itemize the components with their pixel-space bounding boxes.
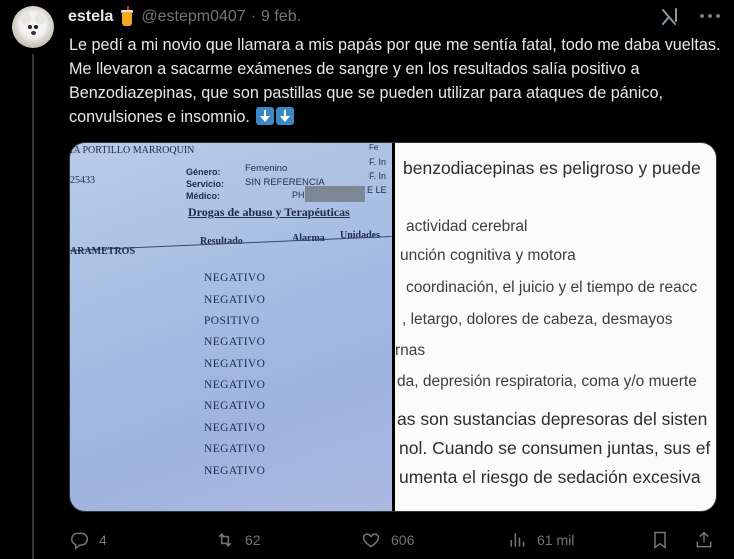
result-item: NEGATIVO xyxy=(204,294,266,306)
views-count: 61 mil xyxy=(537,532,575,548)
like-count: 606 xyxy=(391,532,415,548)
like-button[interactable]: 606 xyxy=(361,527,414,553)
repost-count: 62 xyxy=(245,532,261,548)
info-line: umenta el riesgo de sedación excesiva xyxy=(399,467,701,487)
right-fragment: F. In xyxy=(369,157,387,167)
result-item: NEGATIVO xyxy=(204,272,266,284)
separator-dot: · xyxy=(250,8,257,25)
col-unidades: Unidades xyxy=(340,230,381,241)
dog-ear-left xyxy=(21,12,31,24)
views-button[interactable]: 61 mil xyxy=(507,527,574,553)
label-genero: Género: xyxy=(186,167,221,177)
grok-icon[interactable] xyxy=(660,7,680,27)
reply-button[interactable]: 4 xyxy=(69,527,107,553)
redacted-block xyxy=(305,186,365,202)
down-arrow-emoji-icon xyxy=(276,107,295,125)
info-line: rnas xyxy=(395,342,426,359)
right-fragment: F. In xyxy=(369,171,387,181)
reply-icon xyxy=(71,532,89,550)
tweet-header: estela @estepm0407 · 9 feb. xyxy=(68,6,301,28)
action-bar: 4 62 606 61 mil xyxy=(69,527,719,553)
tweet[interactable]: estela @estepm0407 · 9 feb. Le pedí a mi… xyxy=(0,0,734,559)
info-line: unción cognitiva y motora xyxy=(400,247,576,264)
value-medico-prefix: PH xyxy=(292,190,305,200)
more-options-icon[interactable] xyxy=(700,12,720,20)
beverage-emoji-icon xyxy=(119,6,135,26)
views-icon xyxy=(510,533,525,547)
result-item: NEGATIVO xyxy=(204,422,266,434)
avatar[interactable] xyxy=(12,6,54,48)
result-item: NEGATIVO xyxy=(204,443,266,455)
bookmark-icon xyxy=(654,531,666,549)
info-line: coordinación, el juicio y el tiempo de r… xyxy=(406,279,698,296)
result-item: NEGATIVO xyxy=(204,379,266,391)
result-item: NEGATIVO xyxy=(204,358,266,370)
value-genero: Femenino xyxy=(245,163,288,174)
result-item: NEGATIVO xyxy=(204,400,266,412)
result-item: NEGATIVO xyxy=(204,336,266,348)
dog-ear-right xyxy=(35,12,45,24)
info-line: , letargo, dolores de cabeza, desmayos xyxy=(402,311,673,328)
label-medico: Médico: xyxy=(186,191,221,201)
tweet-media[interactable]: IA PORTILLO MARROQUIN 25433 Género: Serv… xyxy=(69,142,717,512)
dog-eye-right xyxy=(34,25,38,29)
col-resultado: Resultado xyxy=(200,236,243,247)
tweet-date[interactable]: 9 feb. xyxy=(261,8,301,26)
result-item: POSITIVO xyxy=(204,315,260,327)
bookmark-button[interactable] xyxy=(650,527,680,553)
result-item: NEGATIVO xyxy=(204,465,266,477)
share-icon xyxy=(696,531,712,548)
info-text-image[interactable]: benzodiacepinas es peligroso y puede act… xyxy=(395,143,716,511)
down-arrow-emoji-icon xyxy=(256,107,275,125)
lab-results-image[interactable]: IA PORTILLO MARROQUIN 25433 Género: Serv… xyxy=(70,143,392,511)
repost-button[interactable]: 62 xyxy=(215,527,261,553)
tweet-text: Le pedí a mi novio que llamara a mis pap… xyxy=(69,33,724,129)
dog-nose xyxy=(30,31,36,35)
section-title: Drogas de abuso y Terapéuticas xyxy=(188,205,350,219)
dog-eye-left xyxy=(28,25,32,29)
param-header: ARAMETROS xyxy=(70,246,136,257)
reply-count: 4 xyxy=(99,532,107,548)
thread-line xyxy=(32,54,34,559)
info-line: as son sustancias depresoras del sisten xyxy=(397,409,708,429)
author-name[interactable]: estela xyxy=(68,8,113,26)
info-line: actividad cerebral xyxy=(406,218,528,235)
author-handle[interactable]: @estepm0407 xyxy=(141,8,245,26)
share-button[interactable] xyxy=(694,527,724,553)
right-fragment: Fe xyxy=(369,143,379,152)
heart-icon xyxy=(362,533,380,548)
label-servicio: Servicio: xyxy=(186,179,225,189)
repost-icon xyxy=(218,533,232,547)
patient-name-fragment: IA PORTILLO MARROQUIN xyxy=(70,145,195,156)
info-line: da, depresión respiratoria, coma y/o mue… xyxy=(397,373,697,390)
info-line: nol. Cuando se consumen juntas, sus ef xyxy=(399,438,711,458)
patient-id-fragment: 25433 xyxy=(70,175,95,186)
info-line: benzodiacepinas es peligroso y puede xyxy=(403,158,701,178)
tweet-text-body: Le pedí a mi novio que llamara a mis pap… xyxy=(69,36,721,126)
right-fragment: E LE xyxy=(367,185,387,195)
